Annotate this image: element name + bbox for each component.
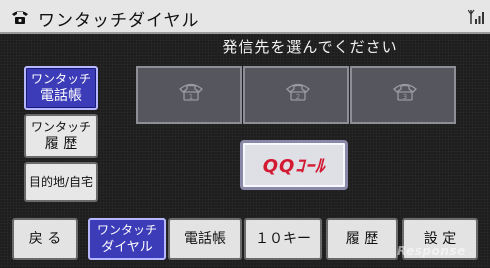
slot-number: 3 [403, 93, 407, 101]
slot-number: 2 [296, 93, 300, 101]
speed-dial-slot-2[interactable]: 2 [243, 66, 349, 124]
page-title: ワンタッチダイヤル [38, 11, 200, 31]
speed-dial-slot-3[interactable]: 3 [350, 66, 456, 124]
side-menu-label-line1: ワンタッチ [30, 72, 91, 86]
tab-onetouch-dial[interactable]: ワンタッチ ダイヤル [88, 218, 166, 260]
handset-icon: 3 [393, 83, 417, 101]
title-bar: ワンタッチダイヤル [0, 0, 490, 34]
side-menu-onetouch-phonebook[interactable]: ワンタッチ 電話帳 [24, 66, 98, 110]
handset-icon: 2 [286, 83, 310, 101]
back-button[interactable]: 戻 る [12, 218, 78, 260]
tab-ten-key[interactable]: １０キー [244, 218, 322, 260]
side-menu-label-line2: 電話帳 [40, 88, 82, 104]
tab-label-line1: ワンタッチ [96, 223, 157, 237]
tab-phonebook[interactable]: 電話帳 [168, 218, 242, 260]
side-menu-onetouch-history[interactable]: ワンタッチ 履 歴 [24, 114, 98, 158]
side-menu-label-line2: 履 歴 [44, 136, 78, 152]
back-button-label: 戻 る [28, 230, 62, 247]
side-menu-destination-home[interactable]: 目的地/自宅 [24, 162, 98, 202]
slot-number: 1 [189, 93, 193, 101]
qq-call-button[interactable]: QQｺｰﾙ [240, 140, 348, 190]
tab-label-line2: ダイヤル [101, 240, 153, 255]
tab-history-label: 履 歴 [345, 230, 379, 247]
tab-phonebook-label: 電話帳 [184, 230, 226, 247]
side-menu-label-line1: ワンタッチ [30, 120, 91, 134]
instruction-text: 発信先を選んでください [222, 38, 398, 56]
watermark: Response [397, 244, 466, 258]
qq-call-label: QQｺｰﾙ [262, 156, 326, 177]
signal-strength-icon [468, 9, 484, 24]
tab-history[interactable]: 履 歴 [326, 218, 398, 260]
side-menu-label-line1: 目的地/自宅 [28, 175, 94, 189]
handset-icon: 1 [179, 83, 203, 101]
tab-ten-key-label: １０キー [255, 230, 311, 247]
speed-dial-slot-1[interactable]: 1 [136, 66, 242, 124]
nav-phone-screen: ワンタッチダイヤル 発信先を選んでください ワンタッチ 電話帳 ワンタッチ 履 … [0, 0, 490, 268]
phone-icon [12, 11, 28, 24]
